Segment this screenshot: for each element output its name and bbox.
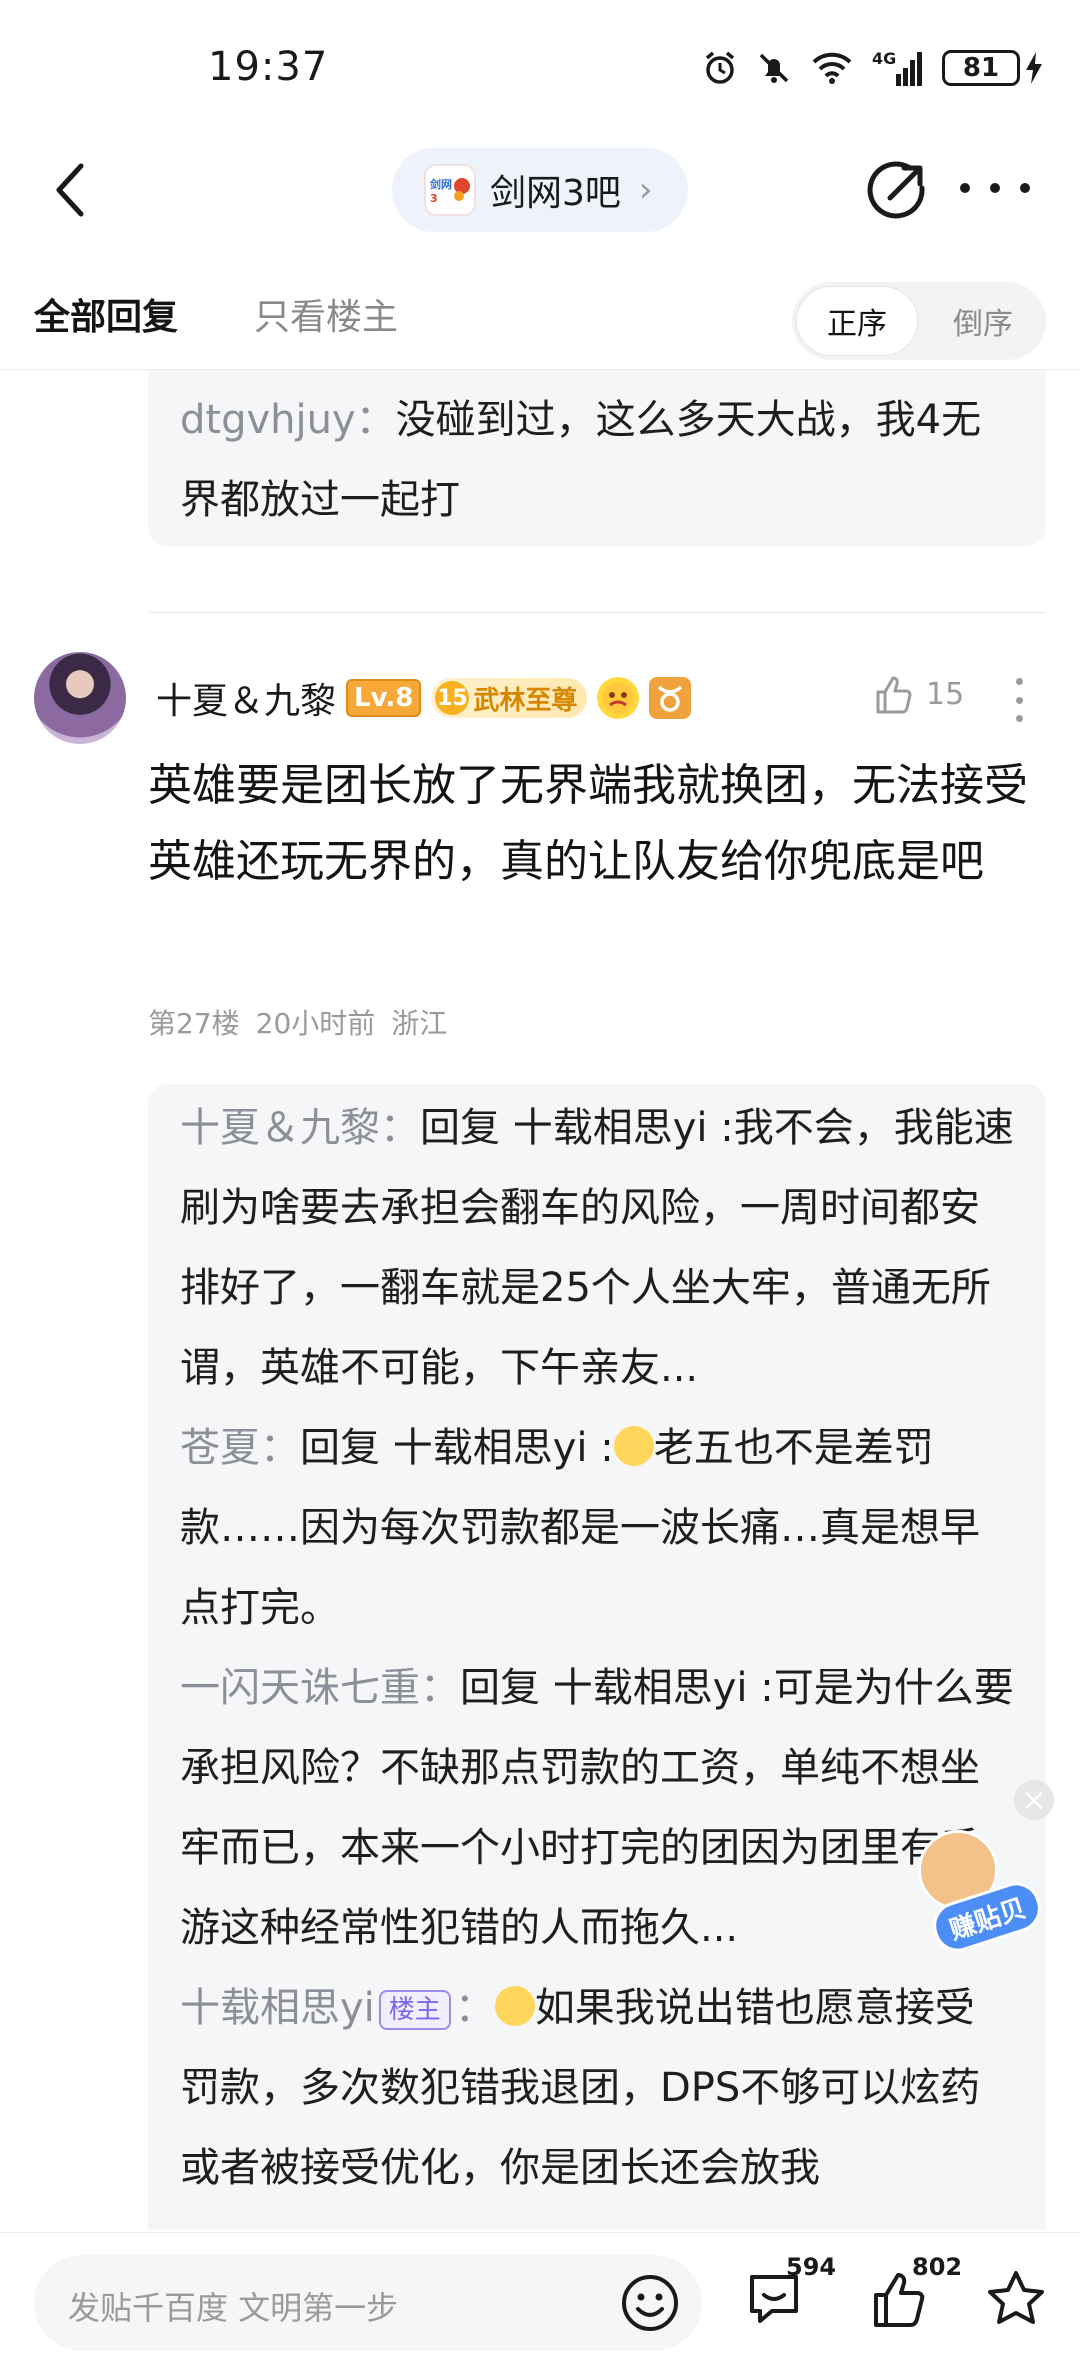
more-icon-dot [1020,183,1030,193]
float-close-button[interactable]: × [1014,1780,1054,1820]
more-icon-dot [990,183,1000,193]
nav-bar: 剑网 3 剑网3吧 › [0,140,1080,240]
floor-number: 第27楼 [148,1007,240,1040]
title-badge[interactable]: 15 武林至尊 [431,678,588,718]
worried-emoji-icon [613,1426,654,1466]
wifi-icon [812,52,852,84]
comment-count-button[interactable]: 594 [742,2253,836,2337]
sub-reply: 一闪天诛七重：回复 十载相思yi :可是为什么要承担风险？不缺那点罚款的工资，单… [180,1648,1014,1968]
sort-asc-button[interactable]: 正序 [796,286,918,356]
sub-reply-username[interactable]: 苍夏 [180,1425,260,1471]
favorite-button[interactable] [984,2267,1054,2337]
alarm-icon [705,51,735,84]
post-time: 20小时前 [255,1007,376,1040]
forum-name: 剑网3吧 [490,173,621,214]
post-location: 浙江 [391,1007,448,1040]
emoji-button[interactable] [618,2271,682,2335]
signal-icon: 4G [872,49,922,86]
like-count: 15 [926,676,965,712]
sub-reply: 十载相思yi 楼主：如果我说出错也愿意接受罚款，多次数犯错我退团，DPS不够可以炫… [180,1968,1014,2208]
bottom-action-bar: 发贴千百度 文明第一步 594 802 [0,2232,1080,2376]
sub-reply-username[interactable]: dtgvhjuy [180,397,356,443]
sub-reply: 苍夏：回复 十载相思yi : 老五也不是差罚款……因为每次罚款都是一波长痛…真是想… [180,1408,1014,1648]
title-badge-text: 武林至尊 [473,685,578,716]
level-badge: Lv.8 [346,679,422,717]
battery-level: 81 [942,50,1020,86]
avatar[interactable] [34,652,126,744]
kebab-icon-dot [1015,715,1023,722]
more-icon-dot [960,183,970,193]
thumbs-up-icon [876,676,912,714]
reply-filter-bar: 全部回复 只看楼主 正序 倒序 [0,260,1080,370]
tab-op-only[interactable]: 只看楼主 [254,288,398,340]
sort-order-toggle: 正序 倒序 [792,282,1046,360]
sub-reply-username[interactable]: 一闪天诛七重 [180,1665,420,1711]
svg-text:剑网: 剑网 [429,177,452,191]
sub-replies-box[interactable]: 十夏＆九黎：回复 十载相思yi :我不会，我能速刷为啥要去承担会翻车的风险，一周… [148,1084,1046,2230]
status-time: 19:37 [208,44,329,90]
post-meta: 第27楼 20小时前 浙江 [148,1002,447,1042]
battery-icon: 81 [942,50,1044,86]
sub-reply: 十夏＆九黎：回复 十载相思yi :我不会，我能速刷为啥要去承担会翻车的风险，一周… [180,1088,1014,1408]
comment-count: 594 [786,2253,837,2281]
emoji-icon [622,2275,678,2331]
earn-widget[interactable]: 赚贴贝 [908,1830,1048,1970]
sub-reply-separator: ： [380,1105,420,1151]
sub-reply-separator: ： [454,1985,495,2031]
post-more-button[interactable] [1014,678,1024,722]
masked-emoji-icon [494,1986,535,2026]
like-post-button[interactable]: 802 [868,2253,962,2337]
sort-desc-button[interactable]: 倒序 [922,286,1044,356]
sub-reply: dtgvhjuy：没碰到过，这么多天大战，我4无界都放过一起打 [180,380,1020,540]
comment-input[interactable]: 发贴千百度 文明第一步 [34,2255,702,2351]
mute-icon [759,53,789,83]
sub-reply-separator: ： [260,1425,300,1471]
op-tag: 楼主 [378,1990,451,2030]
post-body: 英雄要是团长放了无界端我就换团，无法接受英雄还玩无界的，真的让队友给你兜底是吧 [148,760,1028,887]
emoji-face-badge-icon [597,677,640,719]
forum-entry-button[interactable]: 剑网 3 剑网3吧 › [392,148,688,232]
status-icons: 4G 81 [702,46,1044,90]
like-button[interactable]: 15 [872,672,964,716]
status-bar: 19:37 4G 81 [0,0,1080,140]
sub-reply-separator: ： [355,397,396,443]
title-badge-number: 15 [435,681,470,715]
sub-reply-separator: ： [420,1665,460,1711]
charging-icon [1026,52,1042,84]
svg-text:4G: 4G [872,49,896,68]
kebab-icon-dot [1015,678,1023,685]
kebab-icon-dot [1015,696,1023,704]
tab-all-replies[interactable]: 全部回复 [34,288,178,340]
back-icon [56,163,84,217]
back-button[interactable] [40,158,100,222]
author-name[interactable]: 十夏＆九黎 [156,672,336,724]
forum-logo: 剑网 3 [424,164,476,216]
svg-text:3: 3 [430,192,438,205]
star-icon [988,2271,1044,2324]
taurus-badge-icon [649,677,692,719]
comment-input-placeholder: 发贴千百度 文明第一步 [68,2289,399,2327]
author-row: 十夏＆九黎 Lv.8 15 武林至尊 [156,670,692,726]
chevron-right-icon: › [638,170,653,210]
divider [148,612,1046,613]
sub-reply-username[interactable]: 十载相思yi [180,1985,375,2031]
sub-reply-username[interactable]: 十夏＆九黎 [180,1105,380,1151]
share-button[interactable] [866,158,930,222]
share-icon [867,161,925,219]
like-total-count: 802 [912,2253,963,2281]
previous-replies-box[interactable]: dtgvhjuy：没碰到过，这么多天大战，我4无界都放过一起打 [148,370,1046,546]
sub-reply-text: 回复 十载相思yi : [300,1425,614,1471]
more-button[interactable] [960,168,1030,208]
